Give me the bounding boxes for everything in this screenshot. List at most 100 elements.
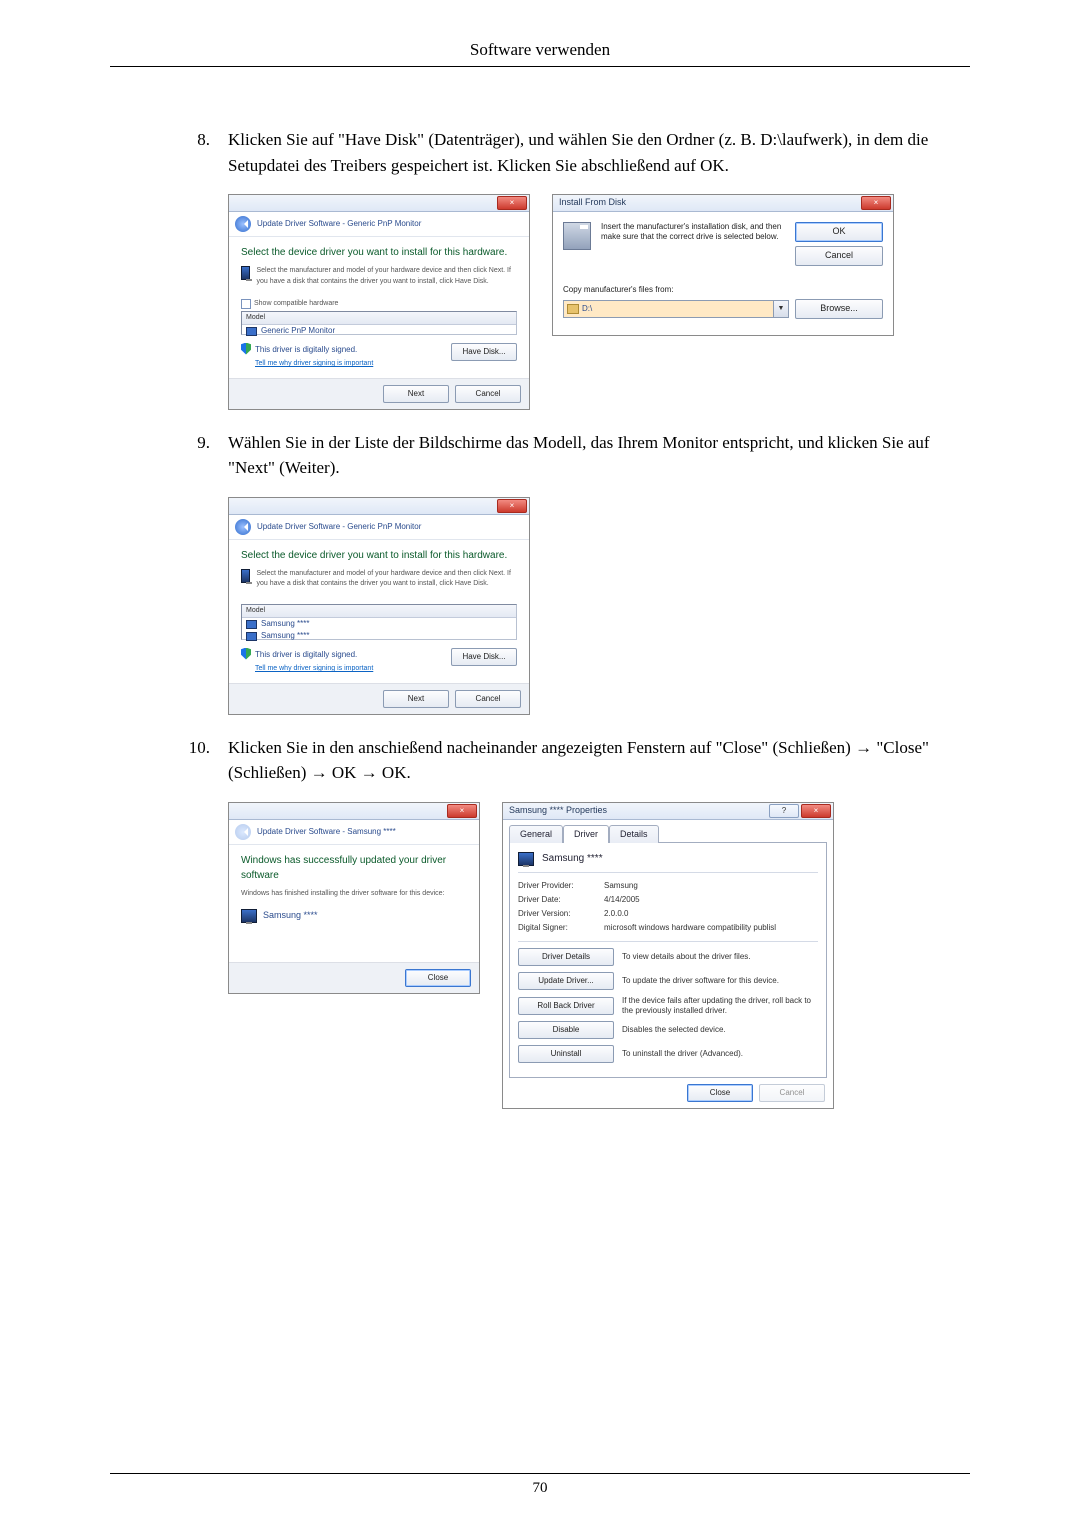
wizard-info: Select the manufacturer and model of you… xyxy=(256,569,517,590)
driver-details-button[interactable]: Driver Details xyxy=(518,948,614,966)
step-number-8: 8. xyxy=(110,127,228,153)
help-icon[interactable]: ? xyxy=(769,804,799,818)
action-desc: Disables the selected device. xyxy=(622,1025,726,1035)
model-row[interactable]: Samsung **** xyxy=(242,630,516,642)
crumb-text: Update Driver Software - Generic PnP Mon… xyxy=(257,521,421,533)
close-icon[interactable]: × xyxy=(497,499,527,513)
close-button[interactable]: Close xyxy=(687,1084,753,1102)
install-from-disk-window: Install From Disk × Insert the manufactu… xyxy=(552,194,894,336)
tab-details[interactable]: Details xyxy=(609,825,659,844)
cancel-button[interactable]: Cancel xyxy=(795,246,883,266)
prop-value: 4/14/2005 xyxy=(604,894,640,906)
prop-label: Driver Provider: xyxy=(518,880,604,892)
close-button[interactable]: Close xyxy=(405,969,471,987)
model-row[interactable]: Samsung **** xyxy=(242,618,516,630)
crumb-text: Update Driver Software - Generic PnP Mon… xyxy=(257,218,421,230)
titlebar: × xyxy=(229,195,529,212)
uninstall-button[interactable]: Uninstall xyxy=(518,1045,614,1063)
close-icon[interactable]: × xyxy=(497,196,527,210)
page-header: Software verwenden xyxy=(110,40,970,60)
action-desc: To view details about the driver files. xyxy=(622,952,751,962)
copy-from-label: Copy manufacturer's files from: xyxy=(563,284,883,296)
next-button[interactable]: Next xyxy=(383,690,449,708)
roll-back-driver-button[interactable]: Roll Back Driver xyxy=(518,997,614,1015)
breadcrumb: Update Driver Software - Generic PnP Mon… xyxy=(229,515,529,540)
signing-link[interactable]: Tell me why driver signing is important xyxy=(255,665,373,672)
prop-value: 2.0.0.0 xyxy=(604,908,628,920)
shield-icon xyxy=(241,648,251,660)
action-desc: To update the driver software for this d… xyxy=(622,976,779,986)
step-text-8: Klicken Sie auf "Have Disk" (Datenträger… xyxy=(228,127,970,178)
browse-button[interactable]: Browse... xyxy=(795,299,883,319)
window-title: Samsung **** Properties xyxy=(509,804,607,818)
properties-window: Samsung **** Properties ? × General Driv… xyxy=(502,802,834,1110)
close-icon[interactable]: × xyxy=(447,804,477,818)
signed-text: This driver is digitally signed. xyxy=(255,345,357,354)
action-desc: To uninstall the driver (Advanced). xyxy=(622,1049,743,1059)
prop-label: Digital Signer: xyxy=(518,922,604,934)
signed-text: This driver is digitally signed. xyxy=(255,650,357,659)
signing-link[interactable]: Tell me why driver signing is important xyxy=(255,360,373,367)
success-heading: Windows has successfully updated your dr… xyxy=(241,853,467,883)
device-name: Samsung **** xyxy=(263,909,318,923)
success-info: Windows has finished installing the driv… xyxy=(241,889,467,900)
prop-value: Samsung xyxy=(604,880,638,892)
breadcrumb: Update Driver Software - Generic PnP Mon… xyxy=(229,212,529,237)
model-name: Samsung **** xyxy=(261,618,309,630)
titlebar: × xyxy=(229,803,479,820)
titlebar: × xyxy=(229,498,529,515)
show-compatible-checkbox[interactable] xyxy=(241,299,251,309)
back-icon[interactable] xyxy=(235,519,251,535)
floppy-icon xyxy=(563,222,591,250)
close-icon[interactable]: × xyxy=(861,196,891,210)
prop-label: Driver Version: xyxy=(518,908,604,920)
action-desc: If the device fails after updating the d… xyxy=(622,996,818,1015)
back-icon xyxy=(235,824,251,840)
tab-driver[interactable]: Driver xyxy=(563,825,609,844)
path-combobox[interactable]: D:\ ▼ xyxy=(563,300,789,318)
monitor-icon xyxy=(246,632,257,641)
disable-button[interactable]: Disable xyxy=(518,1021,614,1039)
footer-rule xyxy=(110,1473,970,1474)
ifd-message: Insert the manufacturer's installation d… xyxy=(601,222,785,266)
update-driver-button[interactable]: Update Driver... xyxy=(518,972,614,990)
prop-label: Driver Date: xyxy=(518,894,604,906)
wizard-info: Select the manufacturer and model of you… xyxy=(256,266,517,287)
titlebar: Install From Disk × xyxy=(553,195,893,212)
step-number-10: 10. xyxy=(110,735,228,761)
cancel-button[interactable]: Cancel xyxy=(455,690,521,708)
window-title: Install From Disk xyxy=(559,196,626,210)
update-driver-window-1: × Update Driver Software - Generic PnP M… xyxy=(228,194,530,410)
wizard-heading: Select the device driver you want to ins… xyxy=(241,245,517,260)
back-icon[interactable] xyxy=(235,216,251,232)
step-number-9: 9. xyxy=(110,430,228,456)
cancel-button[interactable]: Cancel xyxy=(455,385,521,403)
step-text-10: Klicken Sie in den anschießend nacheinan… xyxy=(228,735,970,786)
titlebar: Samsung **** Properties ? × xyxy=(503,803,833,820)
crumb-text: Update Driver Software - Samsung **** xyxy=(257,826,396,838)
update-success-window: × Update Driver Software - Samsung **** … xyxy=(228,802,480,994)
path-value: D:\ xyxy=(582,303,592,315)
step-text-9: Wählen Sie in der Liste der Bildschirme … xyxy=(228,430,970,481)
have-disk-button[interactable]: Have Disk... xyxy=(451,648,517,666)
shield-icon xyxy=(241,343,251,355)
model-column-header: Model xyxy=(242,312,516,326)
model-row[interactable]: Generic PnP Monitor xyxy=(242,325,516,337)
monitor-icon xyxy=(246,620,257,629)
monitor-icon xyxy=(241,569,250,583)
show-compatible-label: Show compatible hardware xyxy=(254,299,338,310)
chevron-down-icon[interactable]: ▼ xyxy=(773,301,788,317)
close-icon[interactable]: × xyxy=(801,804,831,818)
header-rule xyxy=(110,66,970,67)
update-driver-window-2: × Update Driver Software - Generic PnP M… xyxy=(228,497,530,715)
have-disk-button[interactable]: Have Disk... xyxy=(451,343,517,361)
monitor-icon xyxy=(518,852,534,866)
tab-general[interactable]: General xyxy=(509,825,563,844)
monitor-icon xyxy=(241,266,250,280)
page-number: 70 xyxy=(110,1480,970,1497)
model-name: Samsung **** xyxy=(261,630,309,642)
cancel-button: Cancel xyxy=(759,1084,825,1102)
next-button[interactable]: Next xyxy=(383,385,449,403)
breadcrumb: Update Driver Software - Samsung **** xyxy=(229,820,479,845)
ok-button[interactable]: OK xyxy=(795,222,883,242)
